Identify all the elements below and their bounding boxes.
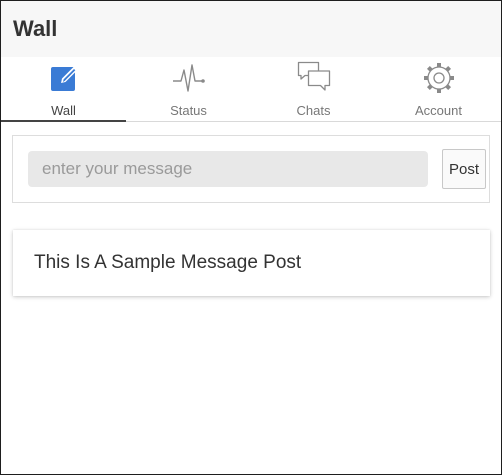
edit-icon xyxy=(50,66,77,91)
app-window: Wall Wall Status Chats Account enter you… xyxy=(0,0,502,475)
tab-label: Wall xyxy=(51,103,76,118)
page-title: Wall xyxy=(13,16,58,41)
tab-label: Account xyxy=(415,103,462,118)
chat-bubbles-icon xyxy=(297,61,330,91)
app-header: Wall xyxy=(1,1,501,57)
message-post-text: This Is A Sample Message Post xyxy=(34,252,302,273)
message-composer: Post xyxy=(12,135,490,203)
tab-account[interactable]: Account xyxy=(376,57,501,121)
tab-bar: Wall Status Chats Account xyxy=(1,57,501,122)
message-input[interactable] xyxy=(28,151,428,187)
message-post-card: This Is A Sample Message Post xyxy=(13,230,490,296)
post-button[interactable]: Post xyxy=(442,149,486,189)
gear-icon xyxy=(423,63,454,93)
tab-wall[interactable]: Wall xyxy=(1,57,126,122)
tab-label: Chats xyxy=(296,103,331,118)
tab-status[interactable]: Status xyxy=(126,57,251,121)
pulse-icon xyxy=(172,64,205,92)
tab-chats[interactable]: Chats xyxy=(251,57,376,121)
tab-label: Status xyxy=(170,103,207,118)
